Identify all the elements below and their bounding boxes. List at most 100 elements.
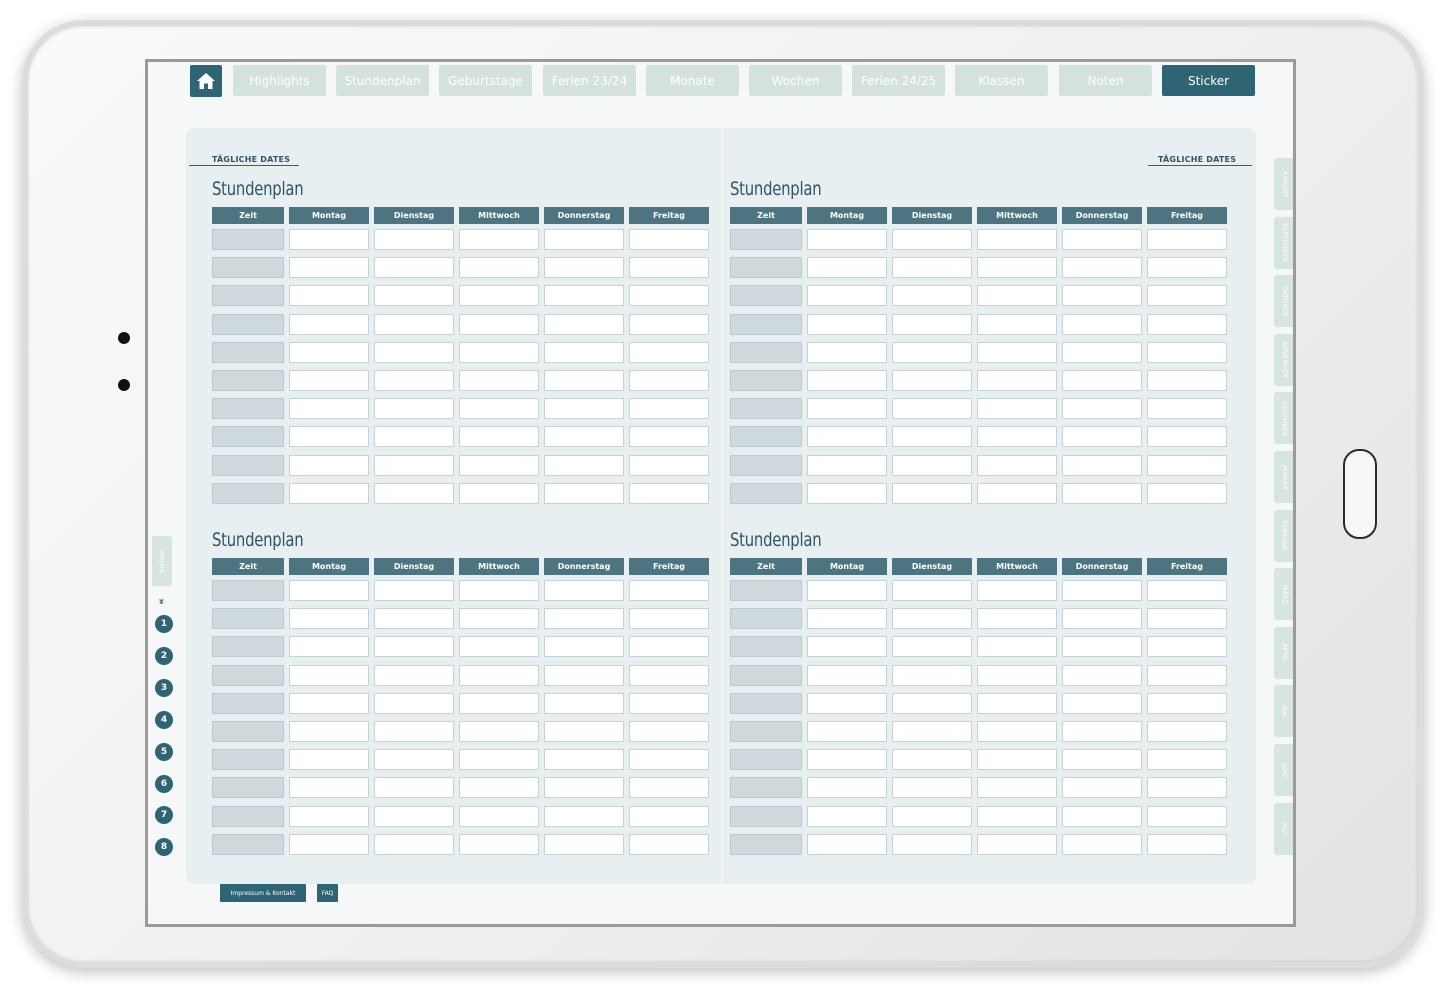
time-cell[interactable] <box>212 229 284 250</box>
lesson-cell[interactable] <box>629 805 709 827</box>
month-tab-august[interactable]: AUGUST <box>1274 158 1293 210</box>
lesson-cell[interactable] <box>977 721 1057 742</box>
lesson-cell[interactable] <box>977 341 1057 363</box>
lesson-cell[interactable] <box>1062 313 1142 335</box>
lesson-cell[interactable] <box>977 285 1057 307</box>
lesson-cell[interactable] <box>544 580 624 601</box>
lesson-cell[interactable] <box>374 580 454 601</box>
lesson-cell[interactable] <box>629 777 709 799</box>
lesson-cell[interactable] <box>892 833 972 855</box>
time-cell[interactable] <box>212 341 284 363</box>
lesson-cell[interactable] <box>807 482 887 504</box>
lesson-cell[interactable] <box>289 833 369 855</box>
lesson-cell[interactable] <box>1062 426 1142 448</box>
lesson-cell[interactable] <box>289 482 369 504</box>
lesson-cell[interactable] <box>544 229 624 250</box>
lesson-cell[interactable] <box>1062 341 1142 363</box>
lesson-cell[interactable] <box>374 257 454 279</box>
lesson-cell[interactable] <box>807 426 887 448</box>
lesson-cell[interactable] <box>807 285 887 307</box>
lesson-cell[interactable] <box>629 482 709 504</box>
time-cell[interactable] <box>730 313 802 335</box>
month-tab-juni[interactable]: JUNI <box>1274 744 1293 796</box>
notes-page-2-button[interactable]: 2 <box>155 646 173 665</box>
time-cell[interactable] <box>212 833 284 855</box>
lesson-cell[interactable] <box>459 580 539 601</box>
month-tab-märz[interactable]: MÄRZ <box>1274 568 1293 621</box>
time-cell[interactable] <box>730 636 802 658</box>
notes-page-7-button[interactable]: 7 <box>155 806 173 825</box>
month-tab-januar[interactable]: JANUAR <box>1274 451 1293 503</box>
lesson-cell[interactable] <box>977 580 1057 601</box>
time-cell[interactable] <box>730 777 802 799</box>
month-tab-september[interactable]: SEPTEMBER <box>1274 216 1293 269</box>
lesson-cell[interactable] <box>892 229 972 250</box>
lesson-cell[interactable] <box>374 341 454 363</box>
lesson-cell[interactable] <box>289 313 369 335</box>
lesson-cell[interactable] <box>977 229 1057 250</box>
time-cell[interactable] <box>212 692 284 714</box>
lesson-cell[interactable] <box>544 426 624 448</box>
lesson-cell[interactable] <box>977 833 1057 855</box>
time-cell[interactable] <box>730 692 802 714</box>
lesson-cell[interactable] <box>1147 257 1227 279</box>
lesson-cell[interactable] <box>544 636 624 658</box>
lesson-cell[interactable] <box>629 426 709 448</box>
lesson-cell[interactable] <box>374 749 454 771</box>
lesson-cell[interactable] <box>289 257 369 279</box>
lesson-cell[interactable] <box>629 229 709 250</box>
lesson-cell[interactable] <box>977 749 1057 771</box>
nav-tab-ferien-23-24[interactable]: Ferien 23/24 <box>543 65 636 96</box>
lesson-cell[interactable] <box>459 749 539 771</box>
lesson-cell[interactable] <box>289 285 369 307</box>
lesson-cell[interactable] <box>807 257 887 279</box>
lesson-cell[interactable] <box>892 608 972 630</box>
lesson-cell[interactable] <box>544 398 624 420</box>
lesson-cell[interactable] <box>289 636 369 658</box>
lesson-cell[interactable] <box>1147 454 1227 476</box>
lesson-cell[interactable] <box>374 664 454 686</box>
lesson-cell[interactable] <box>459 229 539 250</box>
lesson-cell[interactable] <box>459 608 539 630</box>
lesson-cell[interactable] <box>374 833 454 855</box>
lesson-cell[interactable] <box>1147 749 1227 771</box>
lesson-cell[interactable] <box>289 664 369 686</box>
lesson-cell[interactable] <box>1147 370 1227 391</box>
nav-home-button[interactable] <box>190 65 222 97</box>
lesson-cell[interactable] <box>544 692 624 714</box>
lesson-cell[interactable] <box>977 664 1057 686</box>
lesson-cell[interactable] <box>1062 454 1142 476</box>
time-cell[interactable] <box>212 580 284 601</box>
lesson-cell[interactable] <box>1062 749 1142 771</box>
lesson-cell[interactable] <box>459 426 539 448</box>
lesson-cell[interactable] <box>892 805 972 827</box>
lesson-cell[interactable] <box>629 370 709 391</box>
lesson-cell[interactable] <box>1147 285 1227 307</box>
lesson-cell[interactable] <box>289 749 369 771</box>
lesson-cell[interactable] <box>459 370 539 391</box>
lesson-cell[interactable] <box>1062 833 1142 855</box>
lesson-cell[interactable] <box>629 257 709 279</box>
lesson-cell[interactable] <box>1147 805 1227 827</box>
time-cell[interactable] <box>730 341 802 363</box>
nav-tab-wochen[interactable]: Wochen <box>749 65 842 96</box>
impressum-button[interactable]: Impressum & Kontakt <box>220 884 306 902</box>
lesson-cell[interactable] <box>289 608 369 630</box>
lesson-cell[interactable] <box>544 608 624 630</box>
lesson-cell[interactable] <box>629 341 709 363</box>
time-cell[interactable] <box>212 398 284 420</box>
notes-page-8-button[interactable]: 8 <box>155 838 173 857</box>
lesson-cell[interactable] <box>459 692 539 714</box>
lesson-cell[interactable] <box>374 608 454 630</box>
lesson-cell[interactable] <box>544 833 624 855</box>
time-cell[interactable] <box>730 721 802 742</box>
lesson-cell[interactable] <box>459 721 539 742</box>
notes-page-3-button[interactable]: 3 <box>155 678 173 697</box>
lesson-cell[interactable] <box>289 398 369 420</box>
lesson-cell[interactable] <box>374 482 454 504</box>
lesson-cell[interactable] <box>892 257 972 279</box>
nav-tab-monate[interactable]: Monate <box>646 65 739 96</box>
lesson-cell[interactable] <box>977 398 1057 420</box>
nav-tab-klassen[interactable]: Klassen <box>955 65 1048 96</box>
lesson-cell[interactable] <box>289 692 369 714</box>
